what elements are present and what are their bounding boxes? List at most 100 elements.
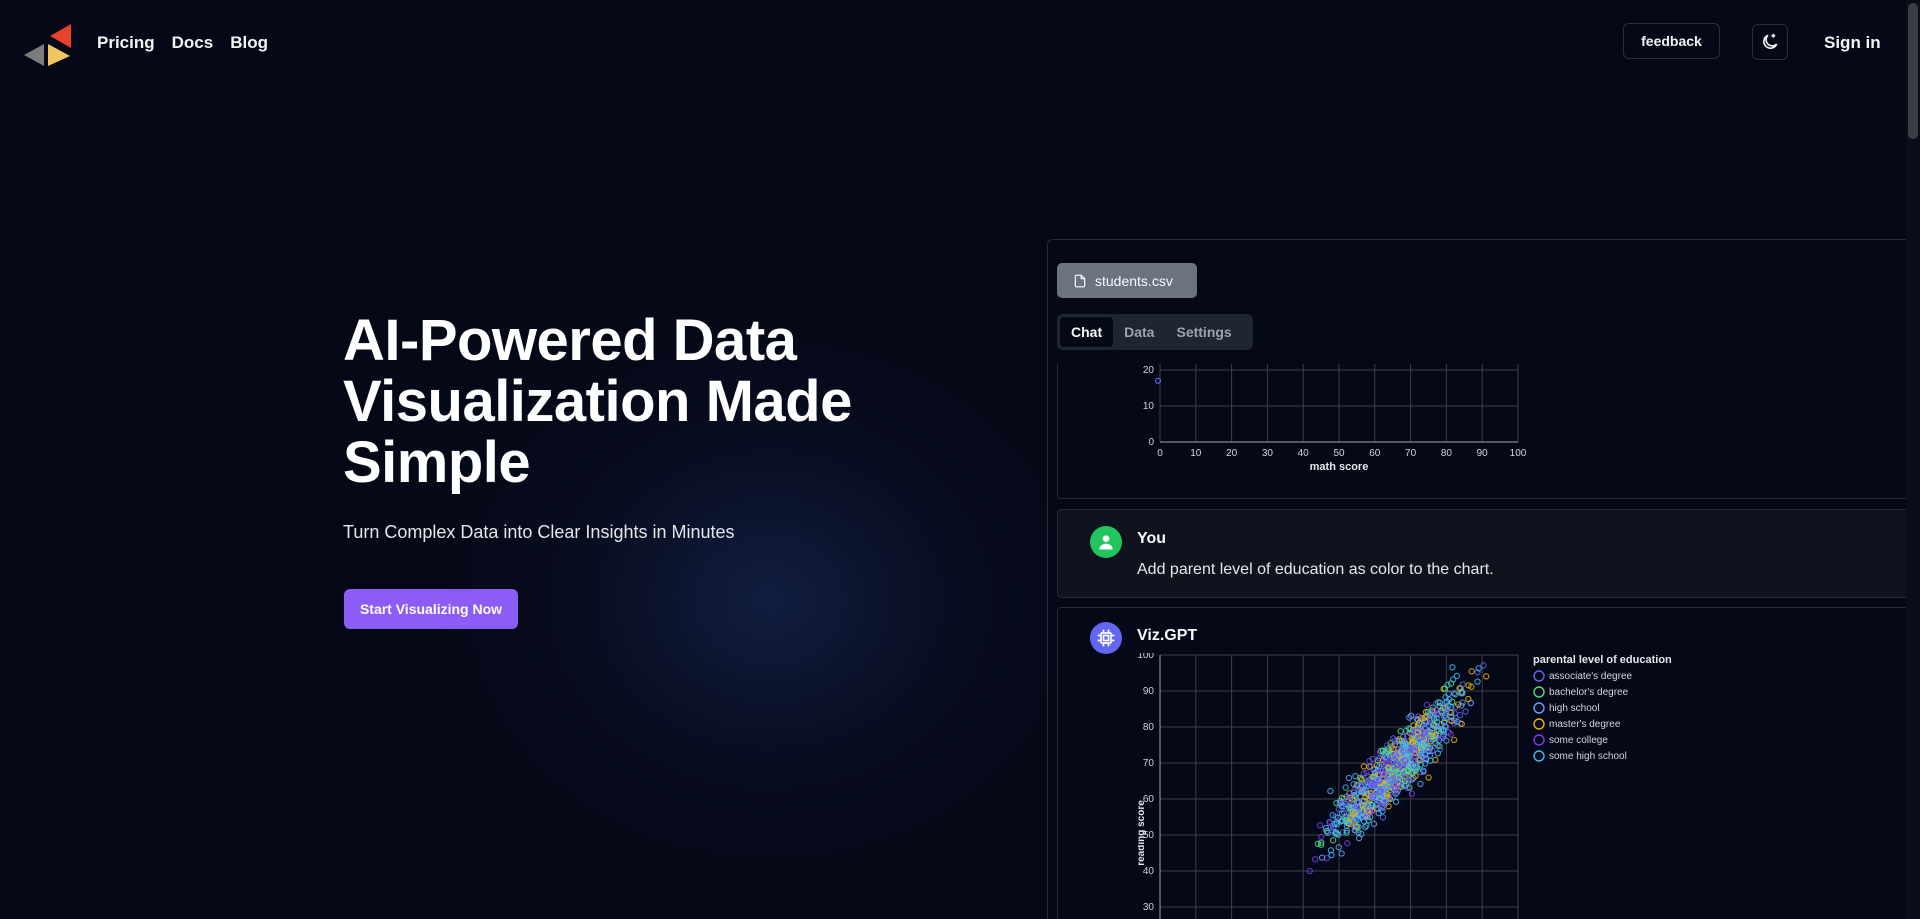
tab-chat[interactable]: Chat	[1060, 317, 1114, 347]
x-tick-label: 30	[1262, 448, 1274, 459]
data-point	[1432, 756, 1439, 764]
data-point	[1327, 787, 1334, 795]
app-tabs: Chat Data Settings	[1057, 314, 1253, 350]
message-author: Viz.GPT	[1137, 627, 1198, 644]
file-icon	[1074, 274, 1086, 287]
bot-message-card: Viz.GPT 30 40 50 60 70 80 90 100 reading score pa…	[1057, 607, 1906, 919]
data-point	[1480, 662, 1487, 669]
data-point	[1344, 840, 1351, 847]
data-point	[1362, 824, 1369, 831]
hero-title: AI-Powered Data Visualization Made Simpl…	[343, 308, 852, 495]
theme-toggle-button[interactable]	[1752, 24, 1788, 60]
chart-message-card: 0 10 20 30 40 50 60 70 80 90 100 0 10 20 math score	[1057, 364, 1906, 499]
scrollbar-thumb[interactable]	[1908, 3, 1918, 139]
legend-swatch	[1533, 750, 1545, 762]
legend-swatch	[1533, 702, 1545, 714]
data-point	[1483, 673, 1490, 680]
page-scrollbar[interactable]	[1906, 0, 1920, 919]
x-tick-label: 100	[1510, 448, 1527, 459]
hero-subtitle: Turn Complex Data into Clear Insights in…	[343, 522, 735, 542]
x-tick-label: 90	[1477, 448, 1489, 459]
y-tick-label: 10	[1143, 401, 1155, 412]
user-icon	[1099, 535, 1113, 550]
legend-swatch	[1533, 670, 1545, 682]
legend-label: high school	[1549, 703, 1600, 714]
x-axis-label: math score	[1310, 461, 1369, 473]
legend-label: some high school	[1549, 751, 1627, 762]
x-tick-label: 0	[1157, 448, 1163, 459]
y-tick-label: 0	[1148, 437, 1154, 448]
message-author: You	[1137, 530, 1167, 547]
data-point	[1338, 850, 1345, 857]
data-point	[1449, 664, 1456, 671]
moon-icon	[1763, 33, 1778, 49]
data-point	[1345, 774, 1353, 782]
x-tick-label: 60	[1369, 448, 1381, 459]
x-tick-label: 80	[1441, 448, 1453, 459]
data-point	[1434, 750, 1441, 757]
sign-in-link[interactable]: Sign in	[1824, 33, 1881, 53]
logo-icon[interactable]	[22, 22, 72, 66]
scatter-chart-math: 0 10 20 30 40 50 60 70 80 90 100 0 10 20 math score	[1143, 364, 1527, 473]
legend-label: bachelor's degree	[1549, 687, 1629, 698]
data-point	[1330, 837, 1337, 844]
tab-settings[interactable]: Settings	[1165, 317, 1242, 347]
y-axis-label: reading score	[1138, 800, 1147, 866]
data-point	[1425, 774, 1432, 781]
x-tick-label: 50	[1333, 448, 1345, 459]
nav-link-blog[interactable]: Blog	[230, 33, 268, 53]
x-tick-label: 20	[1226, 448, 1238, 459]
y-tick-label: 20	[1143, 365, 1155, 376]
y-tick-label: 100	[1138, 653, 1154, 661]
y-tick-label: 80	[1143, 722, 1155, 733]
x-tick-label: 70	[1405, 448, 1417, 459]
user-message-card: You Add parent level of education as col…	[1057, 509, 1906, 598]
legend-swatch	[1533, 718, 1545, 730]
top-nav: Pricing Docs Blog feedback Sign in	[0, 0, 1906, 86]
tab-data[interactable]: Data	[1113, 317, 1165, 347]
data-point	[1311, 856, 1319, 863]
data-point	[1314, 840, 1322, 847]
message-text: Add parent level of education as color t…	[1137, 561, 1494, 578]
data-point	[1342, 784, 1349, 791]
data-point	[1355, 835, 1363, 842]
legend-label: some college	[1549, 735, 1608, 746]
data-point	[1423, 701, 1431, 709]
x-tick-label: 40	[1298, 448, 1310, 459]
data-point	[1408, 790, 1416, 797]
feedback-button[interactable]: feedback	[1623, 23, 1720, 59]
file-chip[interactable]: students.csv	[1057, 263, 1197, 298]
data-point	[1379, 814, 1387, 821]
x-tick-label: 10	[1190, 448, 1202, 459]
data-point	[1451, 736, 1458, 744]
data-point	[1397, 728, 1404, 735]
data-point	[1474, 678, 1481, 685]
legend-title: parental level of education	[1533, 654, 1672, 666]
bot-avatar	[1090, 622, 1122, 654]
y-tick-label: 70	[1143, 758, 1155, 769]
nav-links: Pricing Docs Blog	[97, 33, 268, 53]
data-point	[1392, 798, 1400, 805]
data-point	[1360, 763, 1368, 770]
legend-swatch	[1533, 686, 1545, 698]
data-point	[1468, 668, 1475, 675]
legend-label: master's degree	[1549, 719, 1621, 730]
app-preview-panel: students.csv Chat Data Settings 0 10 20 30 4…	[1047, 239, 1906, 919]
user-avatar	[1090, 526, 1122, 558]
start-visualizing-button[interactable]: Start Visualizing Now	[344, 589, 518, 629]
y-tick-label: 30	[1143, 902, 1155, 913]
y-tick-label: 40	[1143, 866, 1155, 877]
legend-swatch	[1533, 734, 1545, 746]
nav-link-docs[interactable]: Docs	[172, 33, 214, 53]
chip-icon	[1097, 629, 1115, 647]
data-point	[1352, 772, 1359, 780]
y-tick-label: 90	[1143, 686, 1155, 697]
file-name: students.csv	[1095, 272, 1173, 289]
scatter-chart-education: 30405060708090100reading scoreparental l…	[1138, 653, 1672, 919]
data-point	[1417, 780, 1424, 788]
nav-link-pricing[interactable]: Pricing	[97, 33, 155, 53]
data-point	[1316, 822, 1324, 829]
data-point	[1465, 695, 1472, 703]
data-point	[1462, 708, 1469, 715]
legend-label: associate's degree	[1549, 671, 1633, 682]
